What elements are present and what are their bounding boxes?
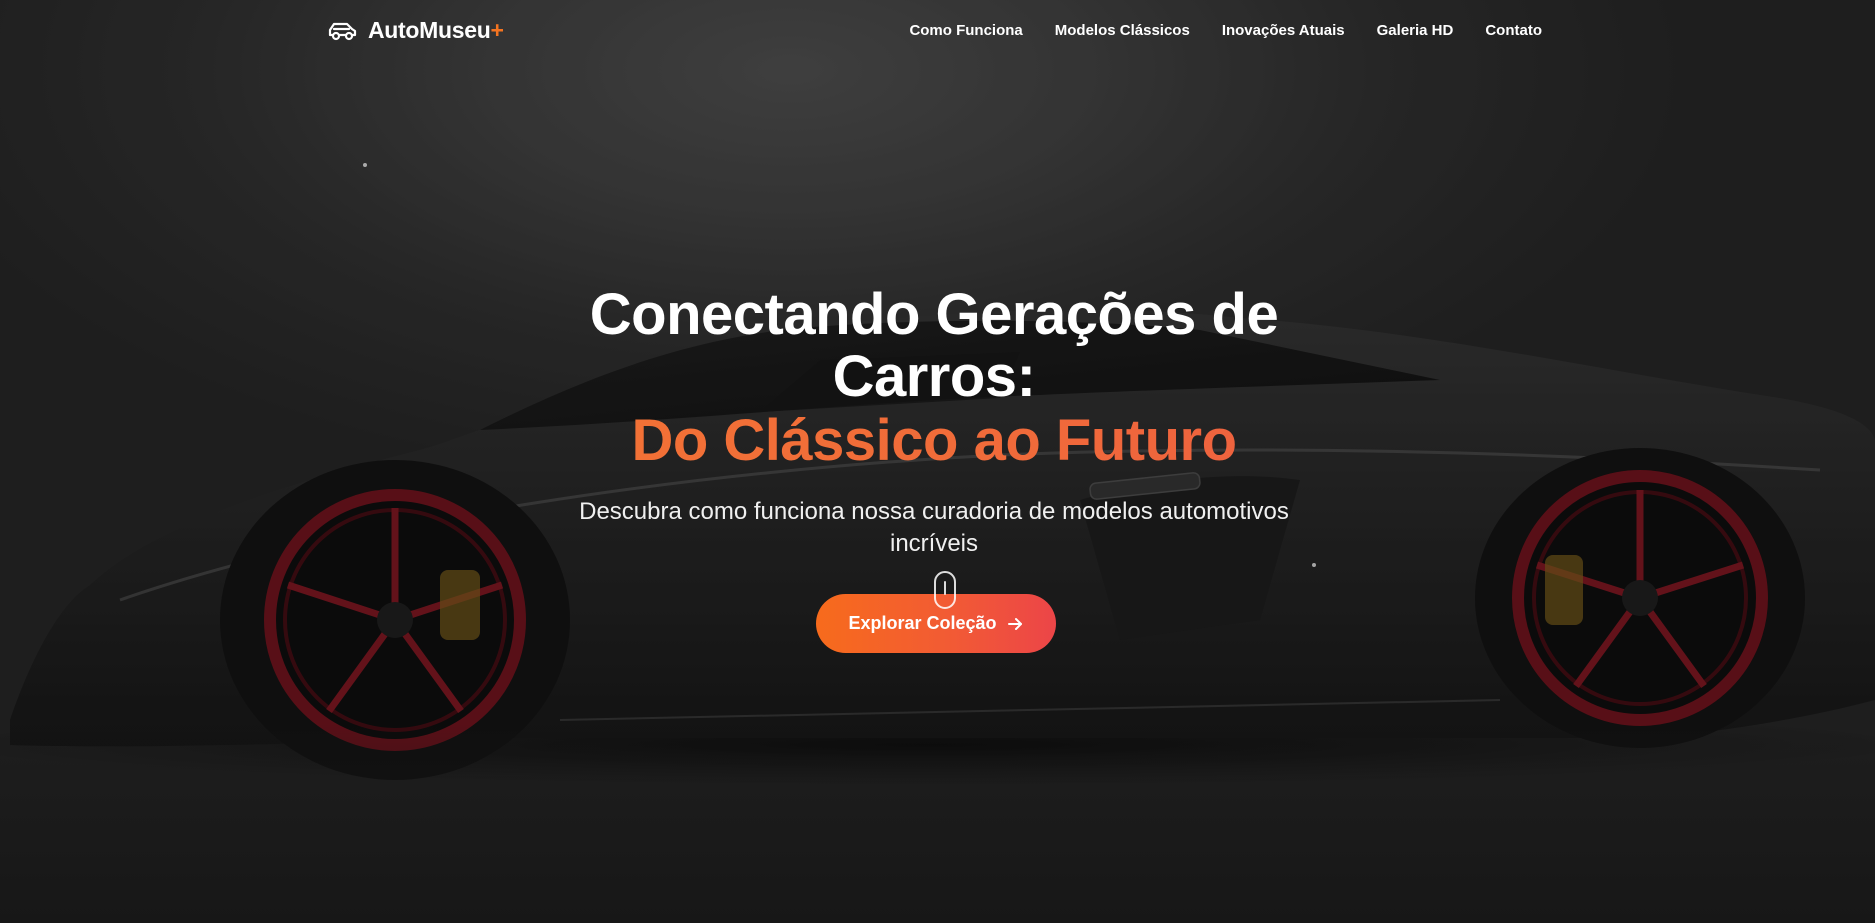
explore-collection-label: Explorar Coleção [848, 613, 997, 633]
brand-name: AutoMuseu [368, 17, 491, 43]
nav-link-galeria-hd[interactable]: Galeria HD [1377, 22, 1454, 39]
nav-link-modelos-classicos[interactable]: Modelos Clássicos [1055, 22, 1190, 39]
car-icon [328, 22, 357, 40]
nav-links: Como Funciona Modelos Clássicos Inovaçõe… [909, 22, 1542, 39]
arrow-right-icon [1007, 617, 1022, 630]
nav-link-como-funciona[interactable]: Como Funciona [909, 22, 1022, 39]
nav-link-inovacoes-atuais[interactable]: Inovações Atuais [1222, 22, 1345, 39]
hero-title-line2: Carros: [832, 344, 1036, 409]
nav-link-contato[interactable]: Contato [1485, 22, 1542, 39]
sparkle-dot [363, 163, 367, 167]
hero-title-accent: Do Clássico ao Futuro [0, 410, 1868, 472]
brand-plus: + [490, 17, 504, 43]
scroll-mouse-icon[interactable] [934, 571, 956, 609]
hero-subtitle: Descubra como funciona nossa curadoria d… [579, 498, 1289, 557]
hero-section: AutoMuseu + Como Funciona Modelos Clássic… [0, 0, 1875, 923]
hero-title-line1: Conectando Gerações de [589, 282, 1279, 347]
hero-title: Conectando Gerações de Carros: Do Clássi… [0, 284, 1868, 472]
top-navbar: AutoMuseu + Como Funciona Modelos Clássic… [0, 0, 1875, 64]
brand-logo[interactable]: AutoMuseu + [327, 17, 504, 44]
